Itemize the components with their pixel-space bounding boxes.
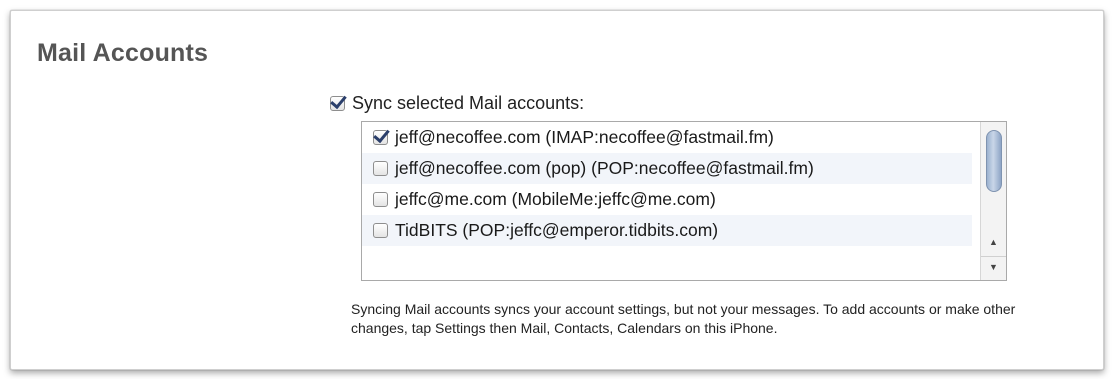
- account-label: jeff@necoffee.com (IMAP:necoffee@fastmai…: [395, 127, 774, 147]
- sync-mail-accounts-checkbox[interactable]: [330, 95, 345, 111]
- mail-accounts-list[interactable]: jeff@necoffee.com (IMAP:necoffee@fastmai…: [361, 121, 1007, 281]
- sync-mail-accounts-label: Sync selected Mail accounts:: [352, 92, 585, 113]
- account-label: jeffc@me.com (MobileMe:jeffc@me.com): [395, 189, 716, 209]
- scroll-down-arrow-icon[interactable]: ▼: [981, 256, 1006, 277]
- account-checkbox[interactable]: [373, 192, 388, 207]
- account-checkbox[interactable]: [373, 223, 388, 238]
- scroll-up-arrow-icon[interactable]: ▲: [981, 232, 1006, 252]
- account-row[interactable]: jeff@necoffee.com (pop) (POP:necoffee@fa…: [362, 153, 972, 184]
- screenshot-frame: Mail Accounts Sync selected Mail account…: [0, 0, 1118, 379]
- scrollbar-thumb[interactable]: [986, 130, 1002, 192]
- account-row[interactable]: jeff@necoffee.com (IMAP:necoffee@fastmai…: [362, 122, 972, 153]
- account-row[interactable]: TidBITS (POP:jeffc@emperor.tidbits.com): [362, 215, 972, 246]
- account-label: TidBITS (POP:jeffc@emperor.tidbits.com): [395, 220, 719, 240]
- account-label: jeff@necoffee.com (pop) (POP:necoffee@fa…: [395, 158, 814, 178]
- mail-accounts-panel: Mail Accounts Sync selected Mail account…: [10, 10, 1104, 370]
- account-checkbox[interactable]: [373, 161, 388, 176]
- account-row[interactable]: jeffc@me.com (MobileMe:jeffc@me.com): [362, 184, 972, 215]
- account-checkbox[interactable]: [373, 130, 388, 145]
- section-title: Mail Accounts: [37, 39, 209, 67]
- mail-accounts-rows: jeff@necoffee.com (IMAP:necoffee@fastmai…: [362, 122, 972, 246]
- sync-mail-accounts-option[interactable]: Sync selected Mail accounts:: [330, 91, 584, 115]
- sync-description: Syncing Mail accounts syncs your account…: [351, 301, 1016, 336]
- list-scrollbar[interactable]: ▲ ▼: [980, 122, 1006, 280]
